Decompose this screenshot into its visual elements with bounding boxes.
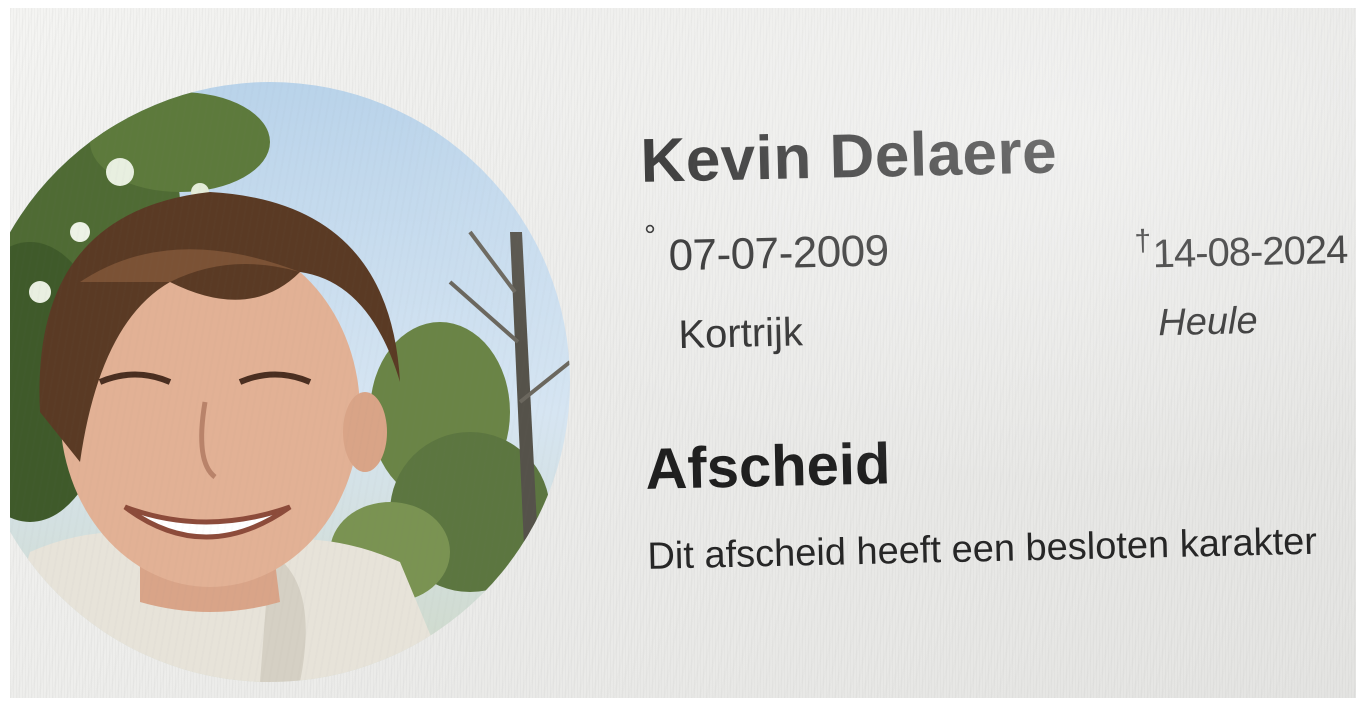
death-date: 14-08-2024 [1152,227,1348,277]
portrait-photo-icon [10,92,570,682]
profile-details: Kevin Delaere ° 07-07-2009 Kortrijk † 14… [635,8,1356,698]
birth-symbol: ° [643,219,657,253]
death-place: Heule [1157,299,1259,345]
person-name: Kevin Delaere [639,117,1058,196]
farewell-text: Dit afscheid heeft een besloten karakter [646,520,1318,578]
profile-photo [10,82,570,682]
death-symbol: † [1134,224,1152,258]
birth-place: Kortrijk [677,310,804,358]
monitor-screen: Kevin Delaere ° 07-07-2009 Kortrijk † 14… [10,8,1356,698]
farewell-title: Afscheid [644,431,892,502]
birth-date: 07-07-2009 [668,226,890,281]
